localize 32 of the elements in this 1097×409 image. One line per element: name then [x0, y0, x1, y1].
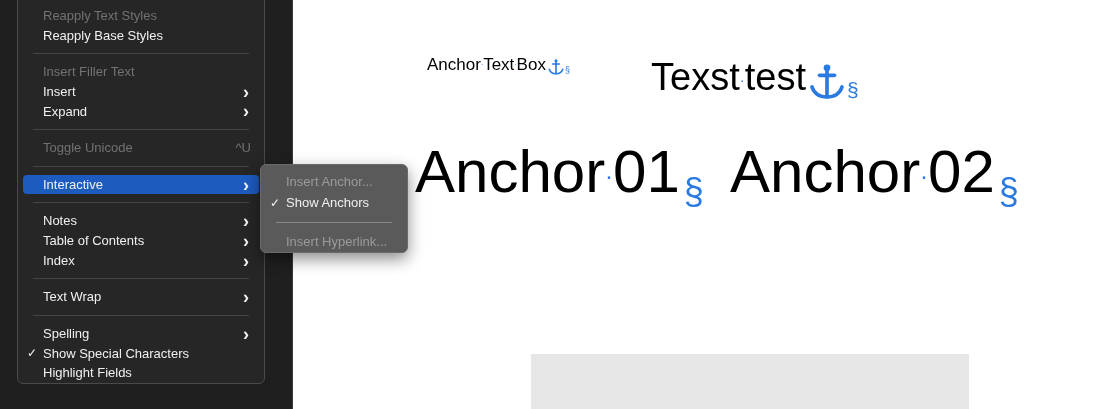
menu-item[interactable]: Notes › [23, 211, 259, 232]
document-text: Texst·test [651, 58, 806, 96]
chevron-right-icon: › [243, 251, 249, 270]
chevron-right-icon: › [243, 175, 249, 194]
chevron-right-icon: › [243, 324, 249, 343]
document-text: Anchor·01 [415, 142, 680, 202]
document-text: Anchor·02 [730, 142, 995, 202]
menu-item[interactable]: Table of Contents › [23, 231, 259, 251]
paragraph-marker: § [683, 174, 704, 210]
menu-item[interactable]: Highlight Fields [23, 363, 259, 383]
menu-item[interactable]: ✓ Show Anchors [266, 192, 402, 214]
chevron-right-icon: › [243, 82, 249, 101]
menu-item[interactable]: Index › [23, 250, 259, 271]
checkmark-icon: ✓ [27, 344, 37, 363]
menu-item[interactable]: Spelling › [23, 323, 259, 344]
checkmark-icon: ✓ [270, 194, 280, 212]
menu-item[interactable]: ✓ Show Special Characters [23, 343, 259, 364]
chevron-right-icon: › [243, 102, 249, 121]
chevron-right-icon: › [243, 212, 249, 231]
menu-item[interactable]: Reapply Base Styles [23, 25, 259, 46]
anchor-marker: § [564, 66, 570, 75]
menu-item[interactable]: Text Wrap › [23, 287, 259, 307]
menu-item[interactable]: Expand › [23, 101, 259, 122]
anchor-marker: § [847, 79, 859, 100]
anchor-icon [807, 62, 847, 102]
anchor-icon [546, 58, 565, 76]
chevron-right-icon: › [243, 288, 249, 307]
menu-item[interactable]: Insert › [23, 81, 259, 102]
paragraph-marker: § [998, 174, 1019, 210]
chevron-right-icon: › [243, 231, 249, 250]
menu-item[interactable]: Interactive › [23, 174, 259, 195]
shortcut-label: ^U [235, 139, 251, 158]
